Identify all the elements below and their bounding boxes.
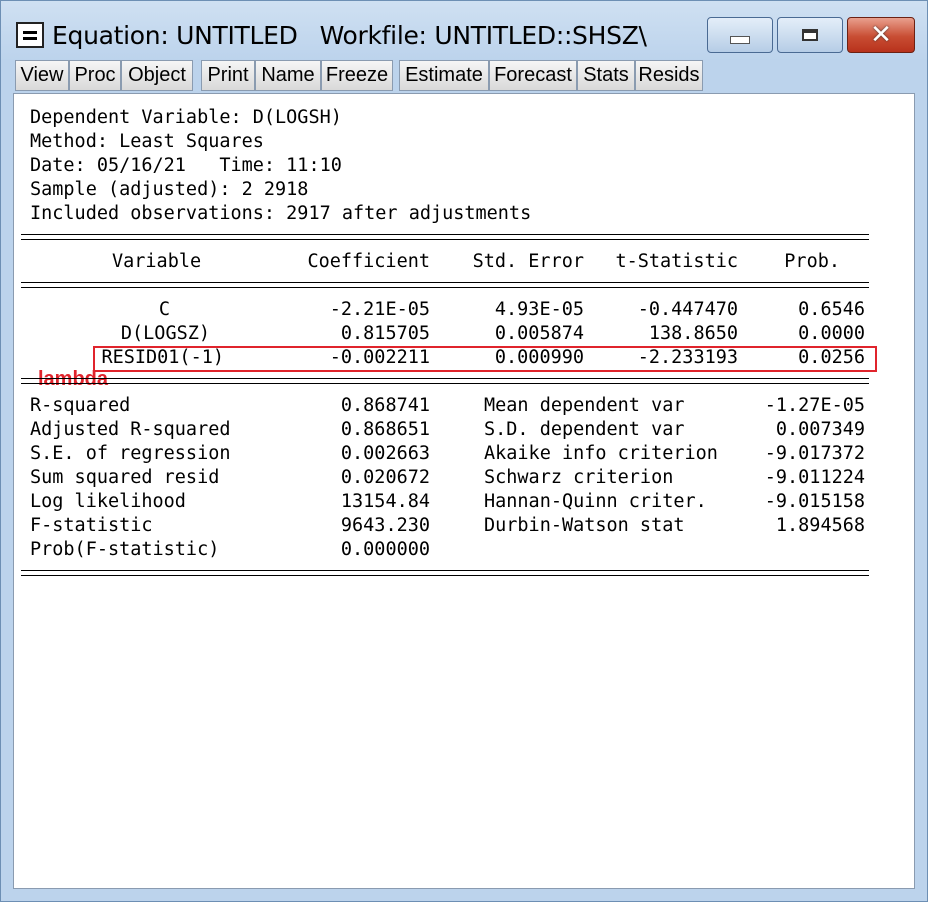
- window-title: Equation: UNTITLED Workfile: UNTITLED::SH…: [52, 21, 647, 50]
- table-row-prob: 0.6546: [798, 299, 865, 320]
- minimize-button[interactable]: [707, 17, 773, 53]
- column-header-prob: Prob.: [784, 251, 840, 272]
- divider: [21, 287, 869, 288]
- stat-value: 1.894568: [775, 515, 865, 536]
- maximize-button[interactable]: [777, 17, 843, 53]
- stat-value: 0.000000: [340, 539, 430, 560]
- divider: [21, 282, 869, 283]
- stat-label: Hannan-Quinn criter.: [484, 491, 707, 512]
- stat-label: Sum squared resid: [30, 467, 220, 488]
- stat-label: Schwarz criterion: [484, 467, 674, 488]
- table-row-t-statistic: 138.8650: [648, 323, 738, 344]
- resids-button[interactable]: Resids: [635, 60, 703, 91]
- minimize-icon: [730, 36, 750, 44]
- divider: [21, 239, 869, 240]
- divider: [21, 383, 869, 384]
- estimate-button[interactable]: Estimate: [399, 60, 489, 91]
- stat-label: Mean dependent var: [484, 395, 685, 416]
- stat-label: Prob(F-statistic): [30, 539, 220, 560]
- view-button[interactable]: View: [15, 60, 69, 91]
- forecast-button[interactable]: Forecast: [489, 60, 577, 91]
- stat-value: -9.015158: [764, 491, 865, 512]
- table-row-coefficient: 0.815705: [340, 323, 430, 344]
- table-row-coefficient: -2.21E-05: [329, 299, 430, 320]
- observations-line: Included observations: 2917 after adjust…: [30, 203, 532, 224]
- title-bar[interactable]: Equation: UNTITLED Workfile: UNTITLED::SH…: [1, 1, 927, 57]
- stat-label: Durbin-Watson stat: [484, 515, 685, 536]
- equation-window: Equation: UNTITLED Workfile: UNTITLED::SH…: [0, 0, 928, 902]
- stat-label: S.E. of regression: [30, 443, 231, 464]
- stat-label: S.D. dependent var: [484, 419, 685, 440]
- stat-value: -9.011224: [764, 467, 865, 488]
- table-row-std-error: 0.005874: [494, 323, 584, 344]
- print-button[interactable]: Print: [201, 60, 255, 91]
- table-row-variable: C: [158, 299, 170, 320]
- workfile-title: Workfile: UNTITLED::SHSZ\: [319, 21, 647, 50]
- stat-value: 0.007349: [775, 419, 865, 440]
- sample-line: Sample (adjusted): 2 2918: [30, 179, 309, 200]
- column-header-coefficient: Coefficient: [307, 251, 430, 272]
- method-line: Method: Least Squares: [30, 131, 264, 152]
- equation-icon[interactable]: [16, 22, 44, 48]
- close-button[interactable]: ✕: [847, 17, 915, 53]
- highlight-box: [93, 346, 877, 372]
- stat-value: 0.868741: [340, 395, 430, 416]
- divider: [21, 575, 869, 576]
- column-header-t-statistic: t-Statistic: [615, 251, 738, 272]
- divider: [21, 570, 869, 571]
- stats-button[interactable]: Stats: [577, 60, 635, 91]
- output-area[interactable]: Dependent Variable: D(LOGSH) Method: Lea…: [13, 93, 915, 889]
- table-row-variable: D(LOGSZ): [120, 323, 210, 344]
- maximize-icon: [802, 29, 818, 41]
- object-button[interactable]: Object: [121, 60, 193, 91]
- close-icon: ✕: [870, 20, 892, 50]
- column-header-variable: Variable: [112, 251, 202, 272]
- date-line: Date: 05/16/21 Time: 11:10: [30, 155, 342, 176]
- stat-value: -9.017372: [764, 443, 865, 464]
- stat-value: 13154.84: [340, 491, 430, 512]
- stat-value: 0.868651: [340, 419, 430, 440]
- stat-label: F-statistic: [30, 515, 153, 536]
- table-row-prob: 0.0000: [798, 323, 865, 344]
- stat-value: 9643.230: [340, 515, 430, 536]
- stat-value: 0.002663: [340, 443, 430, 464]
- name-button[interactable]: Name: [255, 60, 321, 91]
- stat-value: 0.020672: [340, 467, 430, 488]
- table-row-std-error: 4.93E-05: [494, 299, 584, 320]
- stat-value: -1.27E-05: [764, 395, 865, 416]
- stat-label: Akaike info criterion: [484, 443, 718, 464]
- divider: [21, 378, 869, 379]
- freeze-button[interactable]: Freeze: [321, 60, 393, 91]
- stat-label: Adjusted R-squared: [30, 419, 231, 440]
- divider: [21, 234, 869, 235]
- table-row-t-statistic: -0.447470: [637, 299, 738, 320]
- dependent-variable-line: Dependent Variable: D(LOGSH): [30, 107, 342, 128]
- lambda-annotation: lambda: [38, 368, 109, 390]
- column-header-std-error: Std. Error: [472, 251, 584, 272]
- equation-title: Equation: UNTITLED: [52, 21, 298, 50]
- stat-label: Log likelihood: [30, 491, 186, 512]
- proc-button[interactable]: Proc: [69, 60, 121, 91]
- stat-label: R-squared: [30, 395, 131, 416]
